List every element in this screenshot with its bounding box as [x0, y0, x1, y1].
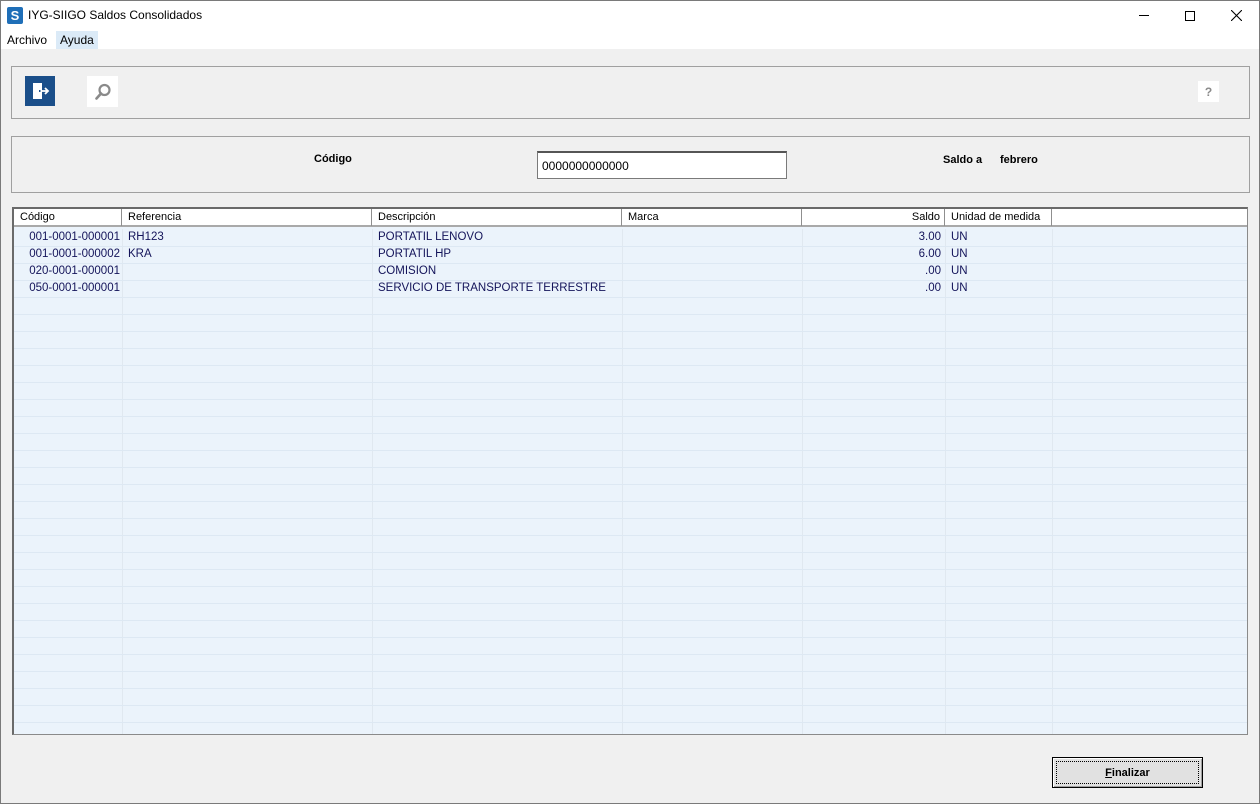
cell-descripcion: PORTATIL LENOVO	[378, 231, 484, 243]
cell-saldo: 3.00	[918, 231, 941, 243]
toolbar: ?	[11, 66, 1250, 119]
grid-row-line	[14, 382, 1247, 383]
grid-row-line	[14, 569, 1247, 570]
minimize-icon	[1139, 15, 1149, 16]
menu-archivo[interactable]: Archivo	[3, 31, 51, 49]
finalizar-accelerator: F	[1105, 766, 1112, 779]
grid-row-line	[14, 484, 1247, 485]
grid-row-line	[14, 552, 1247, 553]
cell-descripcion: SERVICIO DE TRANSPORTE TERRESTRE	[378, 282, 606, 294]
cell-codigo: 020-0001-000001	[29, 265, 120, 277]
grid-row-line	[14, 399, 1247, 400]
grid-row-line	[14, 671, 1247, 672]
close-icon	[1230, 10, 1242, 21]
cell-codigo: 001-0001-000001	[29, 231, 120, 243]
codigo-label: Código	[314, 153, 352, 165]
grid-row-line	[14, 654, 1247, 655]
minimize-button[interactable]	[1121, 1, 1167, 30]
exit-button[interactable]	[25, 76, 55, 106]
cell-marca	[622, 280, 802, 297]
cell-marca	[622, 263, 802, 280]
mes-value: febrero	[1000, 154, 1038, 166]
grid-row-line	[14, 263, 1247, 264]
search-button[interactable]	[87, 76, 118, 107]
table-row[interactable]: 020-0001-000001 COMISION .00 UN	[14, 263, 1247, 280]
table-row[interactable]: 001-0001-000002 KRA PORTATIL HP 6.00 UN	[14, 246, 1247, 263]
main-window: S IYG-SIIGO Saldos Consolidados Archivo …	[0, 0, 1260, 804]
cell-unidad: UN	[951, 265, 968, 277]
saldo-label: Saldo a	[943, 154, 983, 166]
grid-row-line	[14, 518, 1247, 519]
col-header-descripcion[interactable]: Descripción	[372, 209, 622, 226]
table-row[interactable]: 001-0001-000001 RH123 PORTATIL LENOVO 3.…	[14, 229, 1247, 246]
grid-column-divider	[622, 229, 623, 734]
cell-saldo: 6.00	[918, 248, 941, 260]
grid-row-line	[14, 348, 1247, 349]
maximize-button[interactable]	[1167, 1, 1213, 30]
maximize-icon	[1185, 10, 1195, 21]
grid-row-line	[14, 603, 1247, 604]
cell-marca	[622, 246, 802, 263]
cell-saldo: .00	[925, 265, 941, 277]
exit-door-icon	[33, 83, 50, 99]
grid-column-divider	[1052, 229, 1053, 734]
cell-referencia: RH123	[128, 231, 164, 243]
cell-referencia	[122, 263, 372, 280]
search-icon	[94, 83, 111, 100]
table-row[interactable]: 050-0001-000001 SERVICIO DE TRANSPORTE T…	[14, 280, 1247, 297]
grid-row-line	[14, 705, 1247, 706]
app-logo-icon: S	[7, 7, 23, 24]
grid-row-line	[14, 433, 1247, 434]
menu-bar: Archivo Ayuda	[1, 30, 1259, 49]
grid-row-line	[14, 297, 1247, 298]
cell-codigo: 050-0001-000001	[29, 282, 120, 294]
grid-row-line	[14, 688, 1247, 689]
grid-column-divider	[122, 229, 123, 734]
grid-row-line	[14, 637, 1247, 638]
cell-descripcion: COMISION	[378, 265, 437, 277]
grid-row-line	[14, 535, 1247, 536]
help-button[interactable]: ?	[1198, 81, 1219, 102]
codigo-input[interactable]	[537, 151, 787, 179]
cell-referencia	[122, 280, 372, 297]
grid-column-divider	[802, 229, 803, 734]
grid-row-line	[14, 246, 1247, 247]
grid-header: Código Referencia Descripción Marca Sald…	[14, 209, 1247, 227]
cell-descripcion: PORTATIL HP	[378, 248, 452, 260]
cell-unidad: UN	[951, 231, 968, 243]
col-header-referencia[interactable]: Referencia	[122, 209, 372, 226]
grid-row-line	[14, 450, 1247, 451]
cell-referencia: KRA	[128, 248, 152, 260]
finalizar-button[interactable]: Finalizar	[1052, 757, 1203, 788]
col-header-saldo[interactable]: Saldo	[802, 209, 945, 226]
title-bar[interactable]: S IYG-SIIGO Saldos Consolidados	[1, 1, 1259, 30]
col-header-marca[interactable]: Marca	[622, 209, 802, 226]
grid-body: 001-0001-000001 RH123 PORTATIL LENOVO 3.…	[14, 229, 1247, 734]
grid-row-line	[14, 722, 1247, 723]
cell-saldo: .00	[925, 282, 941, 294]
col-header-unidad[interactable]: Unidad de medida	[945, 209, 1052, 226]
cell-codigo: 001-0001-000002	[29, 248, 120, 260]
grid-row-line	[14, 620, 1247, 621]
grid-row-line	[14, 331, 1247, 332]
grid-row-line	[14, 501, 1247, 502]
close-button[interactable]	[1213, 1, 1259, 30]
saldos-grid[interactable]: Código Referencia Descripción Marca Sald…	[12, 207, 1248, 735]
cell-unidad: UN	[951, 248, 968, 260]
grid-row-line	[14, 365, 1247, 366]
grid-row-line	[14, 586, 1247, 587]
window-title: IYG-SIIGO Saldos Consolidados	[28, 8, 203, 22]
filter-panel: Código Saldo a febrero	[11, 136, 1250, 193]
finalizar-label: inalizar	[1111, 766, 1150, 779]
col-header-codigo[interactable]: Código	[14, 209, 122, 226]
cell-marca	[622, 229, 802, 246]
grid-row-line	[14, 280, 1247, 281]
grid-row-line	[14, 416, 1247, 417]
grid-row-line	[14, 467, 1247, 468]
cell-unidad: UN	[951, 282, 968, 294]
menu-ayuda[interactable]: Ayuda	[56, 31, 98, 49]
grid-column-divider	[945, 229, 946, 734]
grid-column-divider	[372, 229, 373, 734]
grid-row-line	[14, 314, 1247, 315]
